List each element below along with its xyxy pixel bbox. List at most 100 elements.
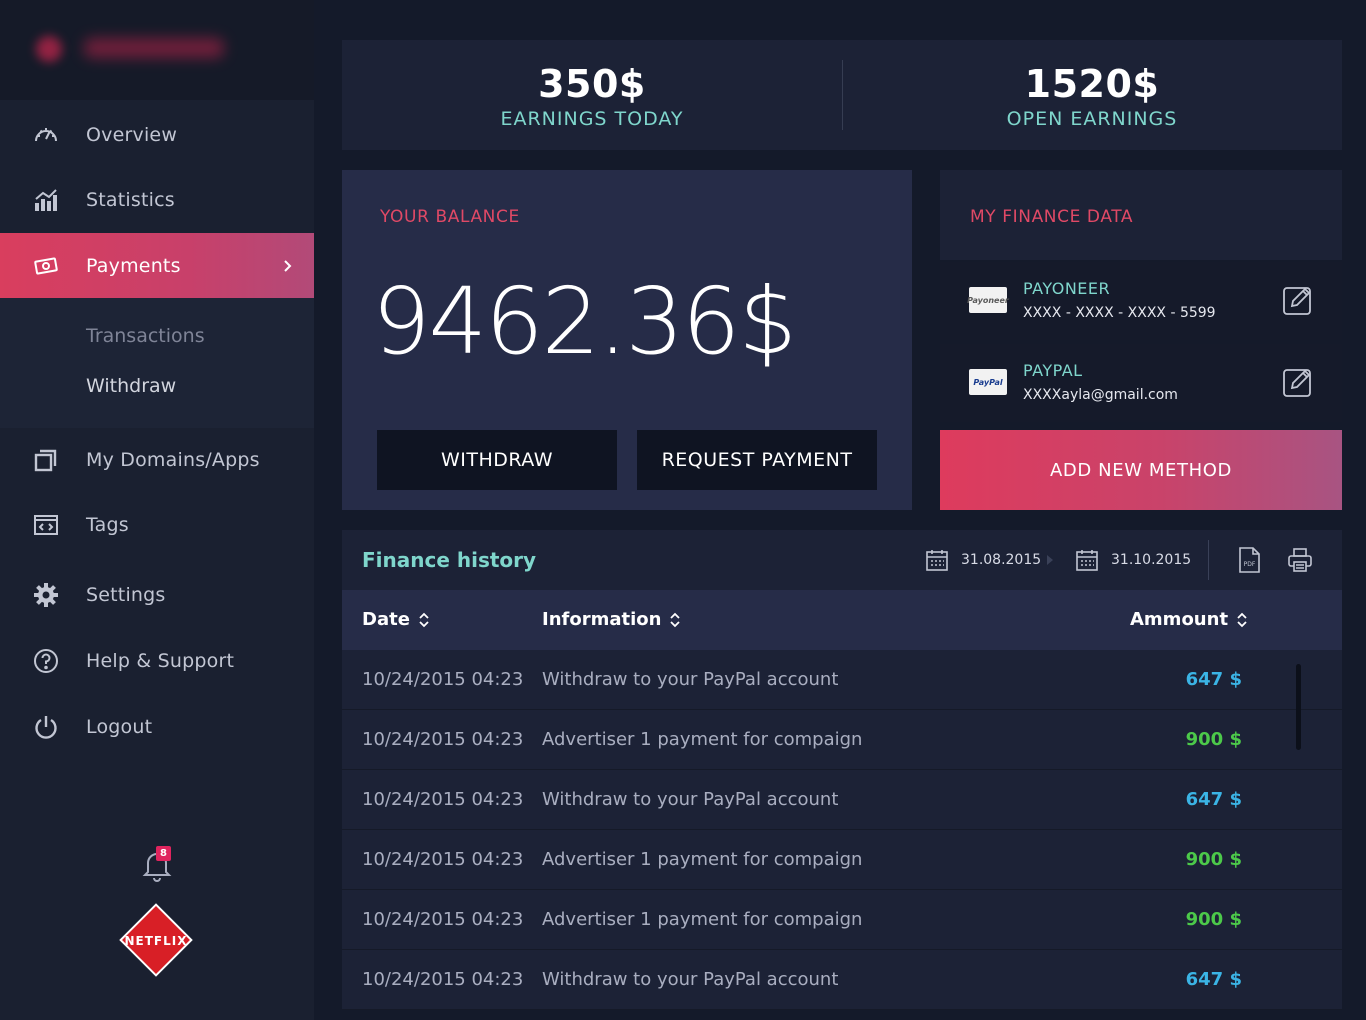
sidebar-item-label: Tags: [86, 514, 129, 536]
sidebar-item-statistics[interactable]: Statistics: [0, 168, 314, 232]
calendar-icon: [1076, 550, 1098, 571]
sort-icon: [419, 612, 429, 627]
row-date: 10/24/2015 04:23: [362, 789, 524, 810]
brand-header: [0, 0, 314, 100]
open-earnings-label: OPEN EARNINGS: [1006, 108, 1178, 130]
row-date: 10/24/2015 04:23: [362, 669, 524, 690]
sidebar-item-settings[interactable]: Settings: [0, 563, 314, 627]
speedometer-icon: [32, 121, 60, 149]
row-amount: 647 $: [1185, 789, 1242, 810]
windows-icon: [32, 446, 60, 474]
method-name: PAYONEER: [1023, 279, 1111, 298]
sidebar-item-overview[interactable]: Overview: [0, 103, 314, 167]
date-from-value: 31.08.2015: [961, 552, 1042, 568]
paypal-logo: PayPal: [969, 369, 1007, 395]
date-to-picker[interactable]: 31.10.2015: [1075, 547, 1191, 573]
method-detail: XXXX - XXXX - XXXX - 5599: [1023, 305, 1216, 321]
withdraw-button[interactable]: WITHDRAW: [377, 430, 617, 490]
table-row[interactable]: 10/24/2015 04:23 Advertiser 1 payment for…: [342, 830, 1342, 890]
date-to-value: 31.10.2015: [1111, 552, 1192, 568]
row-amount: 647 $: [1185, 669, 1242, 690]
table-row[interactable]: 10/24/2015 04:23 Withdraw to your PayPal …: [342, 770, 1342, 830]
power-icon: [32, 713, 60, 741]
finance-history-table: 10/24/2015 04:23 Withdraw to your PayPal …: [342, 650, 1342, 1010]
date-from-picker[interactable]: 31.08.2015: [925, 547, 1041, 573]
row-information: Advertiser 1 payment for compaign: [542, 729, 863, 750]
row-amount: 900 $: [1185, 729, 1242, 750]
finance-data-header: MY FINANCE DATA: [940, 170, 1342, 260]
row-date: 10/24/2015 04:23: [362, 909, 524, 930]
column-header-amount[interactable]: Ammount: [1130, 609, 1248, 630]
payoneer-logo: Payoneer: [967, 287, 1009, 313]
gear-icon: [32, 581, 60, 609]
balance-title: YOUR BALANCE: [380, 207, 520, 227]
sidebar-item-help[interactable]: Help & Support: [0, 629, 314, 693]
edit-icon[interactable]: [1282, 366, 1314, 398]
sidebar-item-logout[interactable]: Logout: [0, 695, 314, 759]
sidebar-item-tags[interactable]: Tags: [0, 493, 314, 557]
subnav-withdraw[interactable]: Withdraw: [86, 375, 176, 397]
notification-badge: 8: [156, 846, 171, 861]
subnav-transactions[interactable]: Transactions: [86, 325, 205, 347]
open-earnings-value: 1520$: [1024, 62, 1160, 106]
column-header-information[interactable]: Information: [542, 609, 681, 630]
column-label: Ammount: [1130, 609, 1229, 630]
help-icon: [32, 647, 60, 675]
bar-chart-icon: [32, 186, 60, 214]
payment-method-paypal: PayPal PAYPAL XXXXayla@gmail.com: [940, 344, 1342, 422]
column-header-date[interactable]: Date: [362, 609, 430, 630]
sort-icon: [1237, 612, 1247, 627]
earnings-today-value: 350$: [538, 62, 646, 106]
row-information: Withdraw to your PayPal account: [542, 669, 839, 690]
table-header: Date Information Ammount: [342, 590, 1342, 650]
sort-icon: [670, 612, 681, 627]
sidebar-item-label: Settings: [86, 584, 166, 606]
sidebar-item-domains[interactable]: My Domains/Apps: [0, 428, 314, 492]
pdf-export-icon[interactable]: PDF: [1236, 546, 1262, 574]
table-scrollbar[interactable]: [1296, 664, 1301, 750]
table-row[interactable]: 10/24/2015 04:23 Withdraw to your PayPal …: [342, 950, 1342, 1010]
payment-method-payoneer: Payoneer PAYONEER XXXX - XXXX - XXXX - 5…: [940, 262, 1342, 340]
calendar-icon: [926, 550, 948, 571]
add-new-method-button[interactable]: ADD NEW METHOD: [940, 430, 1342, 510]
sidebar-item-payments[interactable]: Payments: [0, 233, 314, 298]
payments-submenu: Transactions Withdraw: [0, 298, 314, 428]
brand-logo-icon: [36, 36, 62, 62]
pdf-label: PDF: [1244, 561, 1256, 568]
sidebar-item-label: Payments: [86, 254, 181, 277]
finance-history-header: Finance history 31.08.2015 31.10.2015 PD…: [342, 530, 1342, 590]
sidebar-item-label: My Domains/Apps: [86, 449, 260, 471]
row-information: Advertiser 1 payment for compaign: [542, 849, 863, 870]
balance-amount: 9462.36$: [372, 268, 797, 375]
row-amount: 900 $: [1185, 909, 1242, 930]
brand-name-blurred: [84, 38, 224, 58]
sidebar-item-label: Help & Support: [86, 650, 235, 672]
stat-earnings-today: 350$ EARNINGS TODAY: [342, 40, 842, 150]
money-icon: [32, 252, 60, 280]
finance-title: MY FINANCE DATA: [970, 207, 1134, 227]
row-information: Advertiser 1 payment for compaign: [542, 909, 863, 930]
code-tag-icon: [32, 511, 60, 539]
netflix-logo[interactable]: NETFLIX: [113, 897, 199, 983]
row-date: 10/24/2015 04:23: [362, 969, 524, 990]
print-icon[interactable]: [1287, 546, 1313, 574]
table-row[interactable]: 10/24/2015 04:23 Advertiser 1 payment for…: [342, 890, 1342, 950]
arrow-right-icon: [1047, 555, 1053, 565]
method-detail: XXXXayla@gmail.com: [1023, 387, 1178, 403]
column-label: Date: [362, 609, 410, 630]
sidebar: Overview Statistics Payments Transaction…: [0, 0, 314, 1020]
row-information: Withdraw to your PayPal account: [542, 789, 839, 810]
table-row[interactable]: 10/24/2015 04:23 Withdraw to your PayPal …: [342, 650, 1342, 710]
table-row[interactable]: 10/24/2015 04:23 Advertiser 1 payment for…: [342, 710, 1342, 770]
request-payment-button[interactable]: REQUEST PAYMENT: [637, 430, 877, 490]
stat-open-earnings: 1520$ OPEN EARNINGS: [842, 40, 1342, 150]
row-amount: 647 $: [1185, 969, 1242, 990]
sidebar-item-label: Logout: [86, 716, 153, 738]
method-name: PAYPAL: [1023, 361, 1083, 380]
sidebar-item-label: Overview: [86, 124, 178, 146]
chevron-right-icon: [284, 259, 292, 272]
finance-history-title: Finance history: [362, 548, 537, 572]
edit-icon[interactable]: [1282, 284, 1314, 316]
sidebar-item-label: Statistics: [86, 189, 175, 211]
stats-divider: [842, 60, 843, 130]
